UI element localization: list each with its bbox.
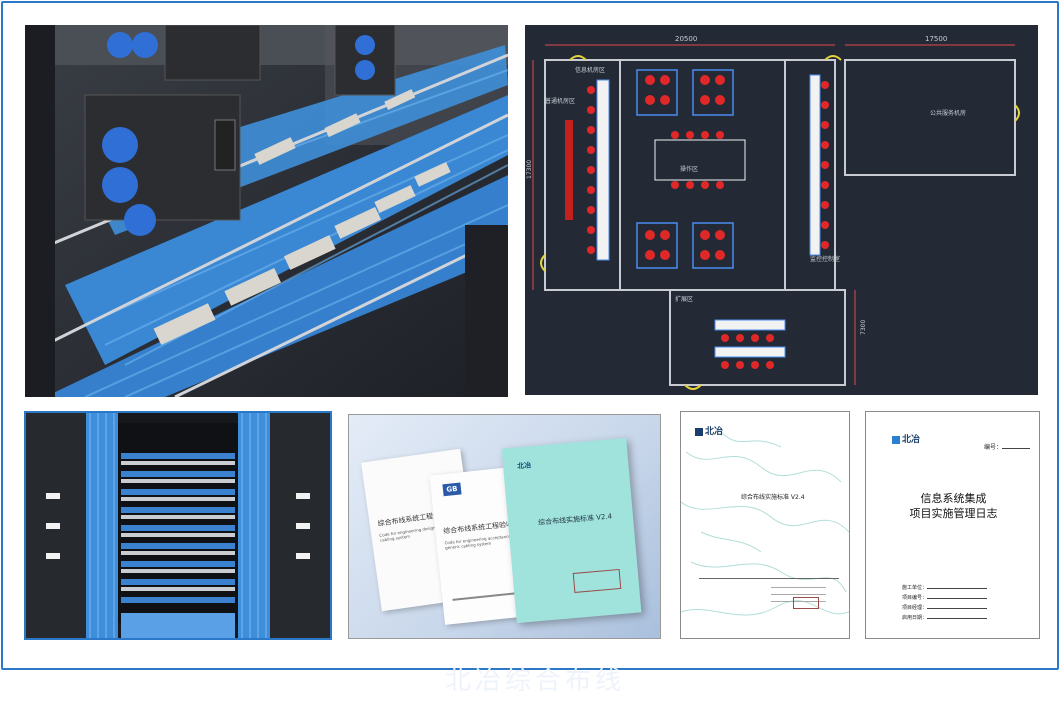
cover-standard-logo-text: 北冶: [705, 427, 724, 437]
room-label-5: 监控控制室: [810, 255, 840, 263]
logo-mark-icon: [892, 435, 900, 444]
rack-illustration: [26, 413, 330, 638]
cover-log-logo: 北冶: [892, 432, 920, 445]
room-label-6: 扩展区: [675, 295, 693, 303]
floor-plan-drawing: 20500 17500 17300 7300 信息机房区 普通机房区 操作区 公…: [525, 25, 1038, 395]
marble-texture: [681, 431, 849, 616]
room-label-1: 信息机房区: [575, 66, 605, 74]
cover-log-field-3: 项目经理：: [902, 604, 988, 611]
booklet-3-logo: 北冶: [516, 461, 532, 471]
stamp-box: [793, 597, 819, 609]
cover-standard-title: 综合布线实施标准 V2.4: [741, 494, 805, 501]
cable-tray-illustration: [25, 25, 508, 397]
room-label-4: 公共服务机房: [930, 109, 966, 117]
cover-log-logo-text: 北冶: [902, 435, 921, 445]
cover-standard-logo: 北冶: [695, 424, 723, 437]
cover-log-field-1: 施工单位：: [902, 584, 988, 591]
cover-log-number: 编号：: [984, 442, 1031, 451]
gb-logo: GB: [442, 482, 462, 497]
number-label: 编号：: [984, 444, 1003, 451]
dim-right-bottom: 7300: [860, 320, 867, 335]
booklet-3-title: 综合布线实施标准 V2.4: [537, 512, 613, 527]
room-label-2: 普通机房区: [545, 97, 575, 105]
project-log-cover: 北冶 编号： 信息系统集成 项目实施管理日志 施工单位： 项目编号： 项目经理：…: [865, 411, 1040, 639]
standard-cover-page: 北冶 综合布线实施标准 V2.4: [680, 411, 850, 639]
dim-top-left: 20500: [675, 35, 697, 43]
cover-log-field-2: 项目编号：: [902, 594, 988, 601]
network-rack-photo: [24, 411, 332, 640]
dim-top-right: 17500: [925, 35, 947, 43]
faint-caption: 北冶综合布线: [445, 666, 626, 696]
logo-mark-icon: [695, 427, 703, 436]
cover-log-title-2: 项目实施管理日志: [909, 507, 998, 520]
room-label-3: 操作区: [680, 165, 698, 173]
dim-left: 17300: [526, 160, 533, 179]
standards-booklets: 综合布线系统工程设计规范 Code for engineering design…: [348, 414, 661, 639]
cable-tray-photo: [25, 25, 508, 397]
cover-log-field-4: 启用日期：: [902, 614, 988, 621]
cover-log-title-1: 信息系统集成: [920, 492, 987, 505]
cad-floor-plan: 20500 17500 17300 7300 信息机房区 普通机房区 操作区 公…: [525, 25, 1038, 395]
booklet-implementation-standard: 北冶 综合布线实施标准 V2.4: [501, 437, 642, 624]
